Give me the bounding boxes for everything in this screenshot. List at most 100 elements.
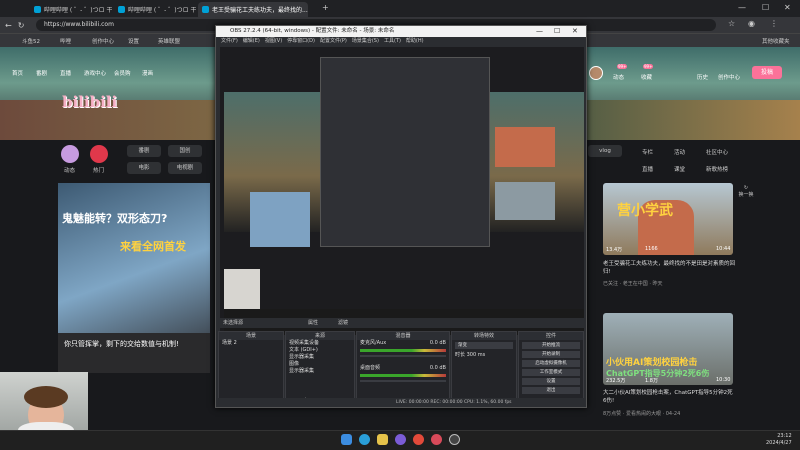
nav-history[interactable]: 历史: [697, 73, 708, 81]
quick-hot-label[interactable]: 热门: [93, 166, 104, 174]
featured-caption[interactable]: 你只管挥掌，剩下的交给数值与机制!: [58, 333, 210, 373]
source-item[interactable]: 显示器采集: [286, 368, 354, 375]
browser-tab[interactable]: 哔哩哔哩 ( ゜- ゜)つロ 干杯~-bilibili: [30, 2, 112, 17]
nav-mall[interactable]: 会员购: [114, 69, 131, 77]
bilibili-icon: [118, 6, 125, 13]
link-column[interactable]: 专栏: [642, 148, 653, 156]
reload-icon[interactable]: ↻: [18, 21, 25, 30]
category-guochuang[interactable]: 国创: [168, 145, 202, 157]
obs-close-icon[interactable]: ✕: [572, 26, 578, 37]
quick-dynamic-label[interactable]: 动态: [64, 166, 75, 174]
source-item[interactable]: 显示器采集: [286, 354, 354, 361]
source-item[interactable]: 视频采集设备: [286, 340, 354, 347]
bookmark-item[interactable]: 创作中心: [92, 37, 114, 45]
nav-live[interactable]: 直播: [60, 69, 71, 77]
link-community[interactable]: 社区中心: [706, 148, 728, 156]
refresh-button[interactable]: ↻ 换一换: [738, 185, 754, 215]
bookmark-star-icon[interactable]: ☆: [728, 19, 735, 28]
menu-view[interactable]: 视图(V): [265, 38, 282, 44]
start-recording-button[interactable]: 开始录制: [522, 351, 580, 358]
close-icon[interactable]: ✕: [784, 3, 791, 12]
link-class[interactable]: 课堂: [674, 165, 685, 173]
refresh-label: 换一换: [738, 192, 754, 198]
bookmark-item[interactable]: 斗鱼52: [22, 37, 40, 45]
studio-mode-button[interactable]: 工作室模式: [522, 369, 580, 376]
scene-item[interactable]: 场景 2: [219, 340, 283, 347]
nav-game[interactable]: 游戏中心: [84, 69, 106, 77]
sources-dock: 来源 视频采集设备 文本 (GDI+) 显示器采集 图像 显示器采集 + − ⚙…: [285, 331, 355, 407]
volume-slider[interactable]: [360, 380, 446, 382]
folder-icon[interactable]: [377, 434, 388, 445]
source-item[interactable]: 文本 (GDI+): [286, 347, 354, 354]
app-icon[interactable]: [431, 434, 442, 445]
category-anime[interactable]: 番剧: [127, 145, 161, 157]
obs-preview[interactable]: [220, 47, 584, 335]
nav-dynamic[interactable]: 动态: [613, 73, 624, 81]
filters-button[interactable]: 滤镜: [338, 318, 348, 328]
profile-icon[interactable]: ◉: [748, 19, 755, 28]
upload-button[interactable]: 投稿: [752, 66, 782, 79]
minimize-icon[interactable]: —: [738, 3, 746, 12]
preview-thumb: [495, 182, 555, 220]
duration-label: 时长: [455, 352, 466, 358]
browser-tab[interactable]: 哔哩哔哩 ( ゜- ゜)つロ 干杯~-bilibili: [114, 2, 196, 17]
card-duration: 10:44: [716, 246, 731, 252]
menu-help[interactable]: 帮助(H): [406, 38, 424, 44]
nav-home[interactable]: 首页: [12, 69, 23, 77]
nav-anime[interactable]: 番剧: [36, 69, 47, 77]
channel-name: 桌面音频: [360, 365, 381, 371]
settings-button[interactable]: 设置: [522, 378, 580, 385]
category-vlog[interactable]: vlog: [588, 145, 622, 157]
obs-icon[interactable]: [449, 434, 460, 445]
nav-favorites[interactable]: 收藏: [641, 73, 652, 81]
app-icon[interactable]: [413, 434, 424, 445]
menu-icon[interactable]: ⋮: [770, 19, 778, 28]
bookmark-item[interactable]: 哔哩: [60, 37, 71, 45]
virtual-camera-button[interactable]: 启动虚拟摄像机: [522, 360, 580, 367]
obs-maximize-icon[interactable]: ☐: [554, 26, 560, 37]
new-tab-icon[interactable]: +: [322, 3, 329, 12]
transition-select[interactable]: 渐变: [455, 342, 513, 349]
card-author[interactable]: 已关注 · 老王在中国 · 昨天: [603, 280, 663, 287]
start-streaming-button[interactable]: 开始推流: [522, 342, 580, 349]
nav-manga[interactable]: 漫画: [142, 69, 153, 77]
hot-icon[interactable]: [90, 145, 108, 163]
source-item[interactable]: 图像: [286, 361, 354, 368]
card-author[interactable]: 8万点赞 · 爱看热闹的大眼 · 04-24: [603, 410, 680, 417]
category-tv[interactable]: 电视剧: [168, 162, 202, 174]
bilibili-logo[interactable]: bilibili: [62, 93, 117, 111]
menu-docks[interactable]: 停靠窗口(D): [287, 38, 315, 44]
duration-input[interactable]: 300 ms: [467, 352, 486, 358]
back-icon[interactable]: ←: [5, 21, 12, 30]
maximize-icon[interactable]: ☐: [762, 3, 769, 12]
system-clock[interactable]: 23:12 2024/4/27: [766, 433, 792, 447]
browser-tab-active[interactable]: 老王受骗花工夫练功夫，最终找的...: [198, 2, 308, 17]
menu-scene-collection[interactable]: 场景集合(S): [352, 38, 379, 44]
edge-icon[interactable]: [359, 434, 370, 445]
obs-minimize-icon[interactable]: —: [536, 26, 543, 37]
bookmark-item-other[interactable]: 其他收藏夹: [762, 37, 790, 45]
exit-button[interactable]: 退出: [522, 387, 580, 394]
bookmark-item[interactable]: 设置: [128, 37, 139, 45]
bilibili-icon: [202, 6, 209, 13]
properties-button[interactable]: 属性: [308, 318, 318, 328]
card-title[interactable]: 老王受骗花工夫练功夫，最终找的不是田是对素质的回归!: [603, 260, 735, 276]
start-icon[interactable]: [341, 434, 352, 445]
dynamic-avatar-icon[interactable]: [61, 145, 79, 163]
menu-tools[interactable]: 工具(T): [384, 38, 401, 44]
menu-profile[interactable]: 配置文件(P): [320, 38, 347, 44]
user-avatar[interactable]: [589, 66, 603, 80]
category-movie[interactable]: 电影: [127, 162, 161, 174]
link-live[interactable]: 直播: [642, 165, 653, 173]
link-activity[interactable]: 活动: [674, 148, 685, 156]
nav-creator[interactable]: 创作中心: [718, 73, 740, 81]
obs-window: OBS 27.2.4 (64-bit, windows) - 配置文件: 未命名…: [215, 25, 587, 408]
link-hot-songs[interactable]: 新歌热榜: [706, 165, 728, 173]
menu-file[interactable]: 文件(F): [221, 38, 238, 44]
menu-edit[interactable]: 编辑(E): [243, 38, 260, 44]
card-title[interactable]: 大二小伙AI策划校园枪击案，ChatGPT指导5分钟2死6伤!: [603, 389, 735, 405]
channel-db: 0.0 dB: [429, 340, 446, 346]
bookmark-item[interactable]: 英雄联盟: [158, 37, 180, 45]
app-icon[interactable]: [395, 434, 406, 445]
mixer-dock: 混音器 麦克风/Aux 0.0 dB 桌面音频 0.0 dB: [356, 331, 450, 407]
